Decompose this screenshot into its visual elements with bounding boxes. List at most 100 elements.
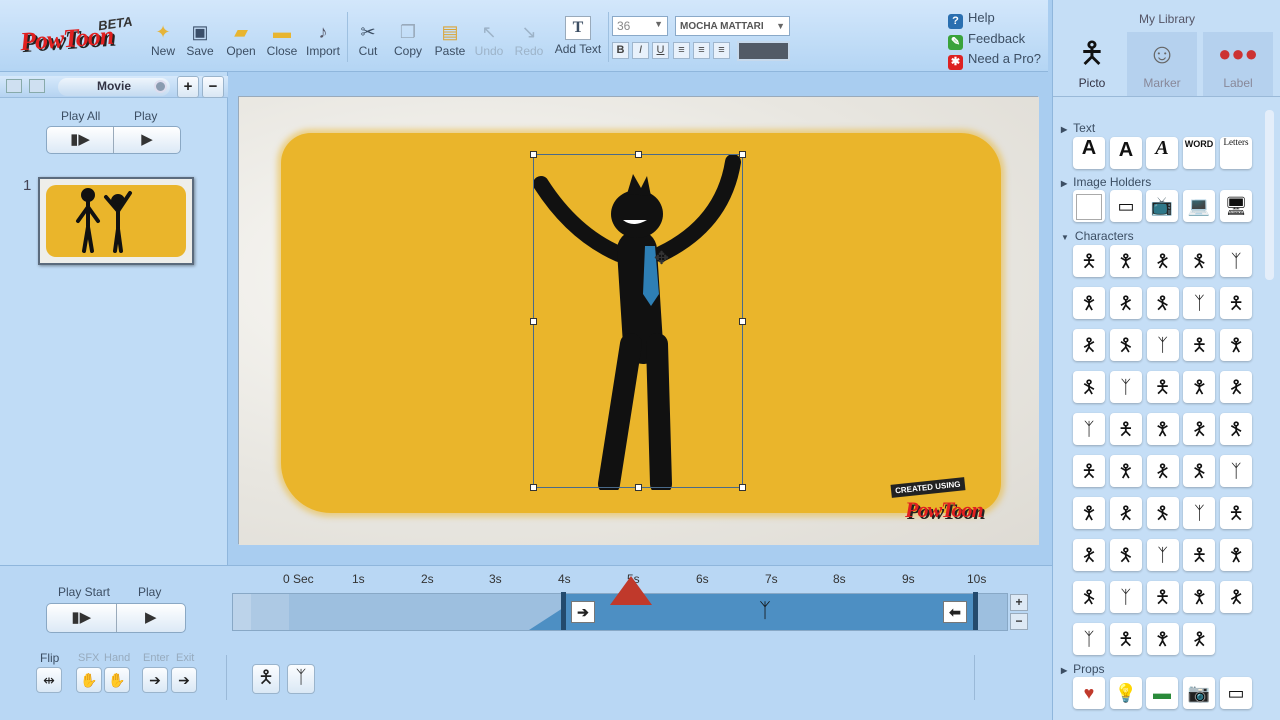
image-holder-item[interactable]: 💻 — [1183, 190, 1215, 222]
character-item[interactable]: 🯈 — [1073, 581, 1105, 613]
resize-handle[interactable] — [739, 318, 746, 325]
selection-box[interactable]: ✥ — [530, 151, 746, 491]
align-right-button[interactable]: ≡ — [713, 42, 730, 59]
text-style-item[interactable]: WORD — [1183, 137, 1215, 169]
image-holder-item[interactable]: 📺 — [1146, 190, 1178, 222]
pose-variant-2-button[interactable]: ᛉ — [287, 664, 315, 694]
character-item[interactable]: 🯈 — [1146, 497, 1179, 529]
library-scrollbar[interactable] — [1265, 110, 1274, 280]
character-item[interactable]: 🯇 — [1146, 455, 1179, 487]
undo-button[interactable]: ↖ Undo — [467, 18, 511, 64]
bar-start-edge[interactable] — [561, 592, 566, 630]
canvas-stage[interactable]: ✥ CREATED USING PowToon — [238, 96, 1039, 545]
underline-button[interactable]: U — [652, 42, 669, 59]
hand-button[interactable]: ✋ — [104, 667, 130, 693]
character-item[interactable]: 🯆 — [1146, 623, 1179, 655]
character-item[interactable]: 🯅 — [1183, 539, 1216, 571]
image-holder-item[interactable]: ▭ — [1110, 190, 1142, 222]
text-style-item[interactable]: A — [1146, 137, 1178, 169]
character-item[interactable]: 🯇 — [1073, 539, 1105, 571]
resize-handle[interactable] — [739, 484, 746, 491]
character-item[interactable]: 🯅 — [1220, 287, 1253, 319]
character-item[interactable]: 🯅 — [1183, 329, 1216, 361]
character-item[interactable]: 🯈 — [1146, 287, 1179, 319]
add-text-button[interactable]: T Add Text — [552, 16, 604, 64]
character-item[interactable]: ᛉ — [1146, 539, 1179, 571]
feedback-link[interactable]: ✎ Feedback — [948, 31, 1025, 50]
zoom-in-button[interactable]: + — [1010, 594, 1028, 611]
text-style-item[interactable]: A — [1110, 137, 1142, 169]
character-item[interactable]: ᛉ — [1183, 287, 1216, 319]
flip-button[interactable]: ⇹ — [36, 667, 62, 693]
slide-thumbnail[interactable] — [38, 177, 194, 265]
character-item[interactable]: 🯅 — [1109, 413, 1142, 445]
character-item[interactable]: 🯇 — [1146, 245, 1179, 277]
exit-effect-button[interactable]: ➔ — [171, 667, 197, 693]
character-item[interactable]: 🯇 — [1183, 413, 1216, 445]
enter-animation-button[interactable]: ➔ — [571, 601, 595, 623]
character-item[interactable]: 🯈 — [1183, 455, 1216, 487]
image-holder-item[interactable]: 🖥 — [1220, 190, 1252, 222]
track-scroll-icon[interactable] — [233, 594, 251, 630]
close-button[interactable]: ▬ Close — [260, 18, 304, 64]
copy-button[interactable]: ❐ Copy — [386, 18, 430, 64]
character-item[interactable]: 🯇 — [1073, 329, 1105, 361]
import-button[interactable]: ♪ Import — [301, 18, 345, 64]
character-item[interactable]: ᛉ — [1146, 329, 1179, 361]
exit-animation-button[interactable]: ⬅ — [943, 601, 967, 623]
redo-button[interactable]: ↘ Redo — [507, 18, 551, 64]
play-all-button[interactable]: ▮▶ — [47, 127, 114, 153]
italic-button[interactable]: I — [632, 42, 649, 59]
character-item[interactable]: 🯇 — [1220, 371, 1253, 403]
character-item[interactable]: ᛉ — [1109, 581, 1142, 613]
category-characters[interactable]: ▼ Characters — [1061, 229, 1134, 243]
lightbulb-prop-item[interactable]: 💡 — [1110, 677, 1142, 709]
character-item[interactable]: 🯇 — [1220, 581, 1253, 613]
font-size-select[interactable]: 36 ▼ — [612, 16, 668, 36]
text-style-item[interactable]: Letters — [1220, 137, 1252, 169]
character-item[interactable]: 🯅 — [1109, 623, 1142, 655]
character-item[interactable]: 🯇 — [1109, 287, 1142, 319]
bold-button[interactable]: B — [612, 42, 629, 59]
character-item[interactable]: 🯇 — [1109, 497, 1142, 529]
zoom-out-button[interactable]: − — [1010, 613, 1028, 630]
open-button[interactable]: ▰ Open — [219, 18, 263, 64]
category-image-holders[interactable]: ▶ Image Holders — [1061, 175, 1151, 189]
character-item[interactable]: 🯈 — [1183, 245, 1216, 277]
playhead-marker[interactable] — [610, 576, 652, 605]
remove-slide-button[interactable]: − — [202, 76, 224, 98]
character-item[interactable]: 🯅 — [1146, 581, 1179, 613]
character-item[interactable]: 🯆 — [1183, 581, 1216, 613]
resize-handle[interactable] — [530, 318, 537, 325]
character-item[interactable]: 🯆 — [1220, 539, 1253, 571]
character-item[interactable]: 🯆 — [1109, 245, 1142, 277]
character-item[interactable]: ᛉ — [1220, 245, 1253, 277]
heart-prop-item[interactable]: ♥ — [1073, 677, 1105, 709]
bar-end-edge[interactable] — [973, 592, 978, 630]
character-item[interactable]: 🯅 — [1073, 455, 1105, 487]
enter-effect-button[interactable]: ➔ — [142, 667, 168, 693]
timeline-play-button[interactable]: ▶ — [117, 604, 186, 632]
character-item[interactable]: ᛉ — [1183, 497, 1216, 529]
resize-handle[interactable] — [739, 151, 746, 158]
speech-bubble-prop-item[interactable]: ▭ — [1220, 677, 1252, 709]
add-slide-button[interactable]: + — [177, 76, 199, 98]
resize-handle[interactable] — [635, 151, 642, 158]
need-a-pro-link[interactable]: ✱ Need a Pro? — [948, 51, 1041, 70]
character-item[interactable]: 🯅 — [1073, 245, 1105, 277]
help-link[interactable]: ? Help — [948, 10, 995, 29]
character-item[interactable]: 🯆 — [1073, 287, 1105, 319]
character-item[interactable]: 🯅 — [1220, 497, 1253, 529]
character-item[interactable]: 🯆 — [1109, 455, 1142, 487]
font-family-select[interactable]: MOCHA MATTARI ▼ — [675, 16, 790, 36]
character-item[interactable]: 🯅 — [1146, 371, 1179, 403]
resize-handle[interactable] — [530, 151, 537, 158]
character-item[interactable]: 🯈 — [1109, 539, 1142, 571]
money-prop-item[interactable]: ▬ — [1146, 677, 1178, 709]
character-item[interactable]: ᛉ — [1073, 623, 1105, 655]
grid-view-icon[interactable] — [29, 79, 45, 93]
character-item[interactable]: ᛉ — [1109, 371, 1142, 403]
character-item[interactable]: 🯆 — [1183, 371, 1216, 403]
play-button[interactable]: ▶ — [114, 127, 180, 153]
character-item[interactable]: 🯈 — [1220, 413, 1253, 445]
